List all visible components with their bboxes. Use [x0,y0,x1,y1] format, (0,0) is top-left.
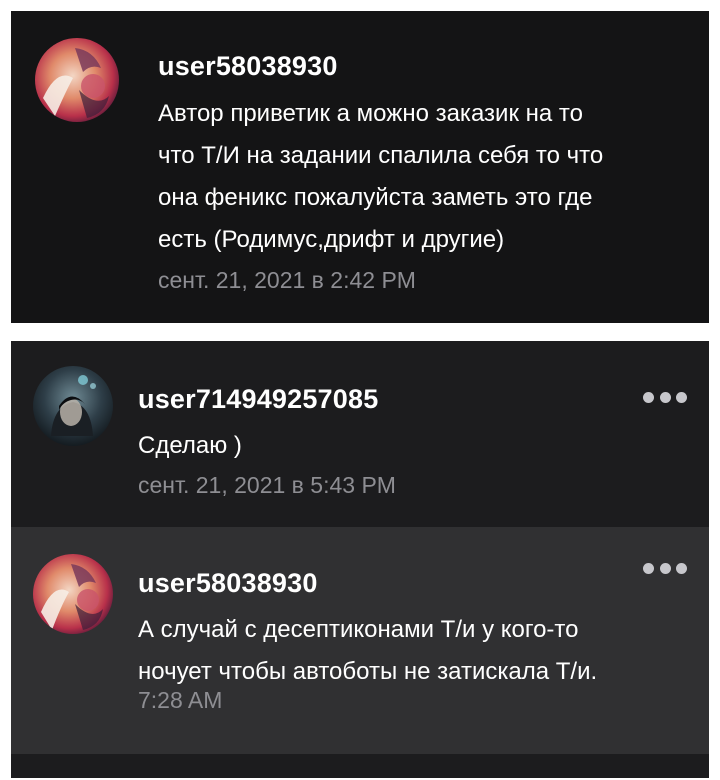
dot [659,391,671,403]
comment-item: user714949257085 Сделаю ) сент. 21, 2021… [11,341,709,527]
dot [676,391,687,403]
comment-item-highlighted: user58038930 А случай с десептиконами Т/… [11,527,709,754]
comment-text-line: А случай с десептиконами Т/и у кого-то [138,616,579,643]
dot [643,391,654,403]
comment-text: Сделаю ) [138,425,242,467]
dot [659,562,671,574]
comment-text-line: она феникс пожалуйста заметь это где [158,184,593,211]
comment-username[interactable]: user714949257085 [138,384,378,415]
comment-text: Автор приветик а можно заказик на то что… [158,93,698,261]
comment-card-top: user58038930 Автор приветик а можно зака… [11,11,709,323]
comment-item: user58038930 Автор приветик а можно зака… [11,11,709,323]
comment-timestamp: сент. 21, 2021 в 5:43 PM [138,472,396,498]
comment-text-line: Автор приветик а можно заказик на то [158,100,583,127]
dot [643,562,654,574]
comment-text-line: есть (Родимус,дрифт и другие) [158,226,505,253]
comment-text-line: Сделаю ) [138,432,242,459]
comment-username[interactable]: user58038930 [158,51,338,82]
comment-timestamp: сент. 21, 2021 в 2:42 PM [158,267,416,293]
comment-card-replies: user714949257085 Сделаю ) сент. 21, 2021… [11,341,709,778]
user-avatar[interactable] [35,38,119,122]
user-avatar[interactable] [33,366,113,446]
comment-timestamp: 7:28 AM [138,687,223,713]
comment-text-line: что Т/И на задании спалила себя то что [158,142,604,169]
comment-username[interactable]: user58038930 [138,568,318,599]
dot [676,562,687,574]
comment-text-line: ночует чтобы автоботы не затискала Т/и. [138,658,598,685]
comment-text: А случай с десептиконами Т/и у кого-то н… [138,609,703,693]
more-options-icon[interactable] [643,561,687,575]
user-avatar[interactable] [33,554,113,634]
more-options-icon[interactable] [643,390,687,404]
